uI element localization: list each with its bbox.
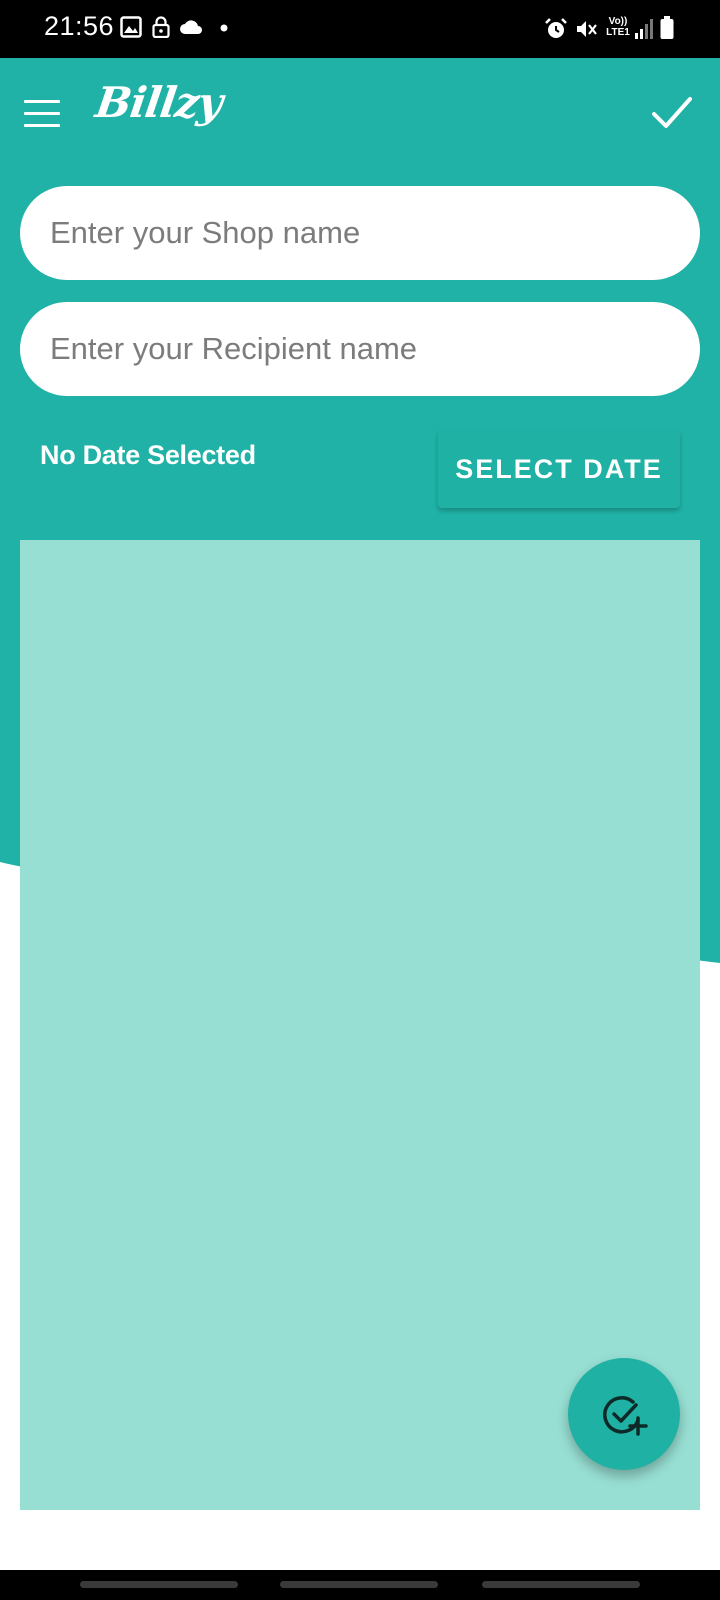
status-time: 21:56	[44, 11, 115, 41]
mute-icon	[574, 17, 598, 41]
battery-icon	[660, 16, 674, 40]
status-bar: 21:56 Vo)) LTE1	[0, 0, 720, 58]
shop-name-field[interactable]	[20, 186, 700, 280]
app-logo: Billzy	[92, 78, 226, 127]
nav-home-handle[interactable]	[280, 1581, 438, 1588]
recipient-name-field[interactable]	[20, 302, 700, 396]
hamburger-menu-icon[interactable]	[24, 100, 62, 128]
image-icon	[120, 16, 142, 38]
volte-text: Vo))	[608, 16, 628, 27]
check-icon[interactable]	[652, 96, 692, 135]
navigation-bar	[0, 1570, 720, 1600]
lte-text: LTE1	[606, 27, 630, 38]
check-circle-plus-icon	[603, 1396, 648, 1436]
dot-icon	[220, 24, 228, 32]
select-date-button[interactable]: SELECT DATE	[438, 430, 680, 508]
signal-icon	[634, 18, 654, 40]
nav-recents-handle[interactable]	[80, 1581, 238, 1588]
lock-icon	[152, 16, 170, 38]
cloud-icon	[179, 19, 203, 35]
volte-icon: Vo)) LTE1	[604, 16, 632, 38]
nav-back-handle[interactable]	[482, 1581, 640, 1588]
alarm-icon	[544, 17, 568, 41]
add-item-button[interactable]	[568, 1358, 680, 1470]
app-screen: 21:56 Vo)) LTE1 Billzy Enter your Shop n…	[0, 0, 720, 1600]
date-label: No Date Selected	[40, 440, 256, 470]
